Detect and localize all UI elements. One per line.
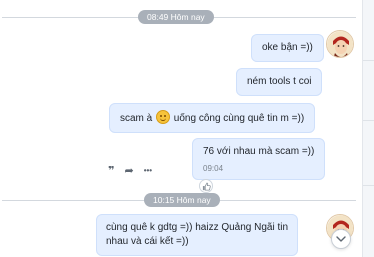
smile-emoji-icon [156,110,171,124]
message-bubble[interactable]: scam à uống công cùng quê tin m =)) [109,103,316,133]
right-panel-edge [362,0,374,257]
chevron-down-icon [336,236,346,242]
chat-panel: 08:49 Hôm nay oke bận =)) ném tools t co… [0,0,362,257]
forward-icon[interactable]: ➦ [124,164,133,178]
message-bubble[interactable]: cùng quê k gdtg =)) haizz Quảng Ngãi tin… [96,214,299,256]
message-text: ném tools t coi [247,76,312,87]
time-pill-label: Hôm nay [176,195,211,205]
time-pill-label: Hôm nay [170,12,205,22]
avatar-image [327,31,353,57]
message-time: 09:04 [203,164,224,173]
message-text-before: scam à [120,113,153,124]
time-pill-time: 08:49 [147,12,169,22]
message-text: oke bận =)) [262,42,313,53]
time-pill: 08:49 Hôm nay [138,10,214,24]
time-separator: 10:15 Hôm nay [0,193,362,207]
message-text-line: nhau và cái kết =)) [106,236,189,247]
quote-icon[interactable]: ❞ [108,164,114,178]
more-icon[interactable]: ••• [144,164,152,178]
time-pill-time: 10:15 [153,195,175,205]
message-text: 76 với nhau mà scam =)) [203,146,315,157]
message-text-line: cùng quê k gdtg =)) haizz Quảng Ngãi tin [106,222,289,233]
thumbs-up-icon[interactable] [199,179,213,193]
scroll-down-button[interactable] [331,229,351,249]
message-bubble[interactable]: ném tools t coi [236,68,323,96]
time-pill: 10:15 Hôm nay [144,193,220,207]
message-bubble[interactable]: oke bận =)) [251,34,324,62]
avatar[interactable] [326,30,354,58]
time-separator: 08:49 Hôm nay [0,10,362,24]
message-text-after: uống công cùng quê tin m =)) [173,113,305,124]
message-actions: ❞ ➦ ••• [108,164,152,178]
message-bubble[interactable]: 76 với nhau mà scam =)) 09:04 [192,138,326,180]
